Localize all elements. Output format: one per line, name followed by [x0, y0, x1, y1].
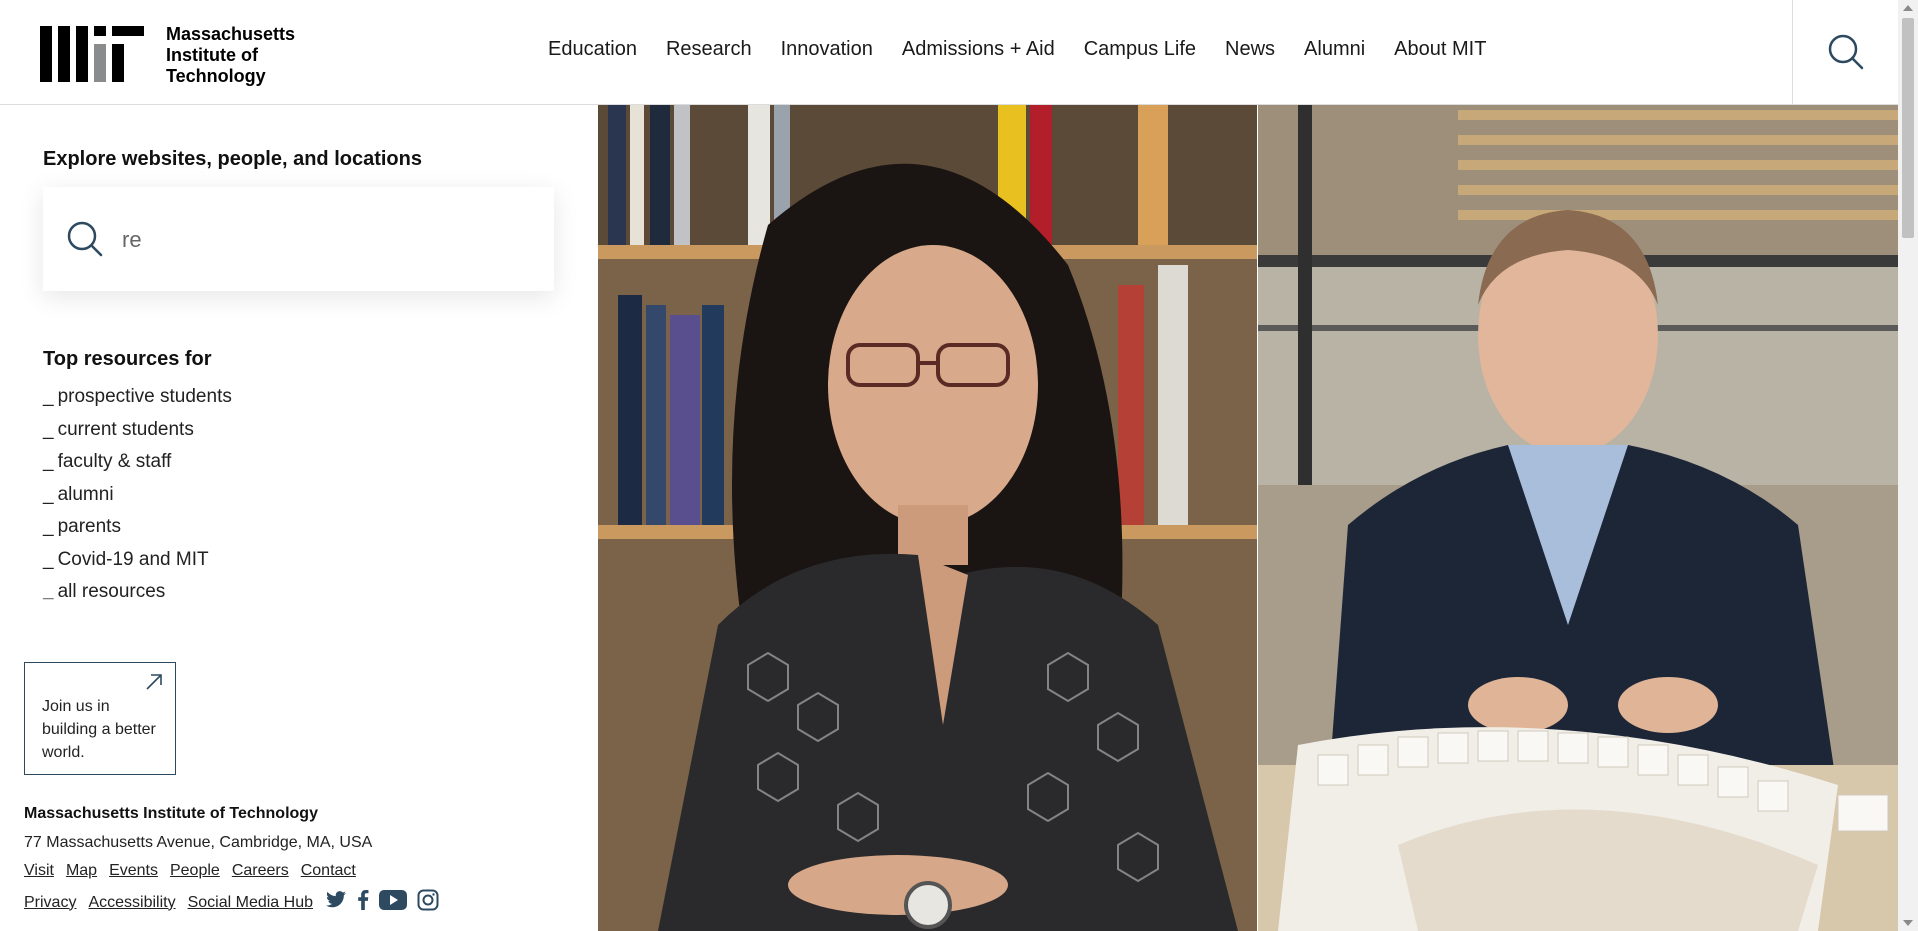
logo-line: Institute of: [166, 45, 258, 65]
logo-line: Massachusetts: [166, 24, 296, 44]
top-resources-title: Top resources for: [43, 348, 212, 370]
footer-link-map[interactable]: Map: [66, 862, 97, 880]
nav-research[interactable]: Research: [666, 38, 752, 61]
nav-news[interactable]: News: [1225, 38, 1275, 61]
resources-list: _ prospective students _ current students …: [43, 381, 232, 609]
dash-marker: _: [43, 516, 54, 537]
dash-marker: _: [43, 581, 54, 602]
search-icon: [1828, 34, 1864, 70]
footer-link-privacy[interactable]: Privacy: [24, 894, 76, 912]
social-links: [325, 889, 449, 916]
resource-parents[interactable]: _ parents: [43, 511, 232, 544]
hero-photo-woman: [598, 105, 1257, 931]
site-header: Massachusetts Institute of Technology Ed…: [0, 0, 1898, 105]
resource-label: all resources: [57, 581, 166, 602]
photo-illustration: [598, 105, 1257, 931]
mit-logo-mark: [40, 26, 144, 82]
logo-line: Technology: [166, 66, 266, 86]
footer-link-visit[interactable]: Visit: [24, 862, 54, 880]
footer-address: 77 Massachusetts Avenue, Cambridge, MA, …: [24, 834, 373, 851]
header-search-button[interactable]: [1826, 32, 1866, 72]
resource-faculty-staff[interactable]: _ faculty & staff: [43, 446, 232, 479]
footer-link-people[interactable]: People: [170, 862, 220, 880]
search-title: Explore websites, people, and locations: [43, 148, 422, 170]
footer-links-row2: Privacy Accessibility Social Media Hub: [24, 889, 449, 916]
resource-label: current students: [57, 418, 194, 440]
footer-links-row1: Visit Map Events People Careers Contact: [24, 862, 368, 880]
dash-marker: _: [43, 418, 54, 440]
resource-current-students[interactable]: _ current students: [43, 414, 232, 447]
instagram-icon[interactable]: [417, 889, 439, 916]
nav-innovation[interactable]: Innovation: [781, 38, 873, 61]
join-us-text: Join us in building a better world.: [42, 698, 156, 761]
left-panel: Explore websites, people, and locations …: [0, 105, 598, 931]
nav-education[interactable]: Education: [548, 38, 637, 61]
youtube-icon[interactable]: [379, 890, 407, 915]
resource-covid[interactable]: _ Covid-19 and MIT: [43, 544, 232, 577]
hero-images: [598, 105, 1898, 931]
search-input[interactable]: [120, 217, 524, 263]
nav-alumni[interactable]: Alumni: [1304, 38, 1365, 61]
resource-all[interactable]: _ all resources: [43, 576, 232, 609]
main-nav: Education Research Innovation Admissions…: [548, 38, 1515, 61]
hero-photo-man: [1258, 105, 1898, 931]
resource-alumni[interactable]: _ alumni: [43, 479, 232, 512]
scroll-up-arrow-icon[interactable]: [1903, 5, 1913, 11]
resource-label: parents: [57, 516, 121, 537]
footer-link-contact[interactable]: Contact: [301, 862, 356, 880]
footer-link-social-media-hub[interactable]: Social Media Hub: [188, 894, 313, 912]
dash-marker: _: [43, 451, 54, 472]
resource-label: Covid-19 and MIT: [57, 548, 209, 570]
arrow-up-right-icon: [146, 674, 162, 690]
footer-link-events[interactable]: Events: [109, 862, 158, 880]
dash-marker: _: [43, 548, 54, 570]
search-box[interactable]: [43, 187, 554, 291]
join-us-link[interactable]: Join us in building a better world.: [24, 662, 176, 775]
page-scrollbar[interactable]: [1898, 0, 1918, 931]
nav-campus-life[interactable]: Campus Life: [1084, 38, 1196, 61]
footer-link-accessibility[interactable]: Accessibility: [88, 894, 175, 912]
header-divider: [1792, 0, 1793, 104]
resource-label: faculty & staff: [57, 451, 172, 472]
mit-logo[interactable]: Massachusetts Institute of Technology: [40, 24, 295, 87]
dash-marker: _: [43, 483, 54, 505]
photo-illustration: [1258, 105, 1898, 931]
footer-link-careers[interactable]: Careers: [232, 862, 289, 880]
logo-wordmark: Massachusetts Institute of Technology: [166, 24, 295, 87]
resource-label: prospective students: [57, 386, 232, 407]
nav-admissions-aid[interactable]: Admissions + Aid: [902, 38, 1055, 61]
resource-prospective-students[interactable]: _ prospective students: [43, 381, 232, 414]
dash-marker: _: [43, 386, 54, 407]
twitter-icon[interactable]: [325, 891, 347, 914]
search-icon: [67, 221, 103, 257]
scroll-down-arrow-icon[interactable]: [1903, 920, 1913, 926]
facebook-icon[interactable]: [357, 890, 369, 915]
scroll-thumb[interactable]: [1902, 18, 1914, 238]
resource-label: alumni: [57, 483, 114, 505]
footer-institution-name: Massachusetts Institute of Technology: [24, 805, 318, 822]
nav-about-mit[interactable]: About MIT: [1394, 38, 1486, 61]
